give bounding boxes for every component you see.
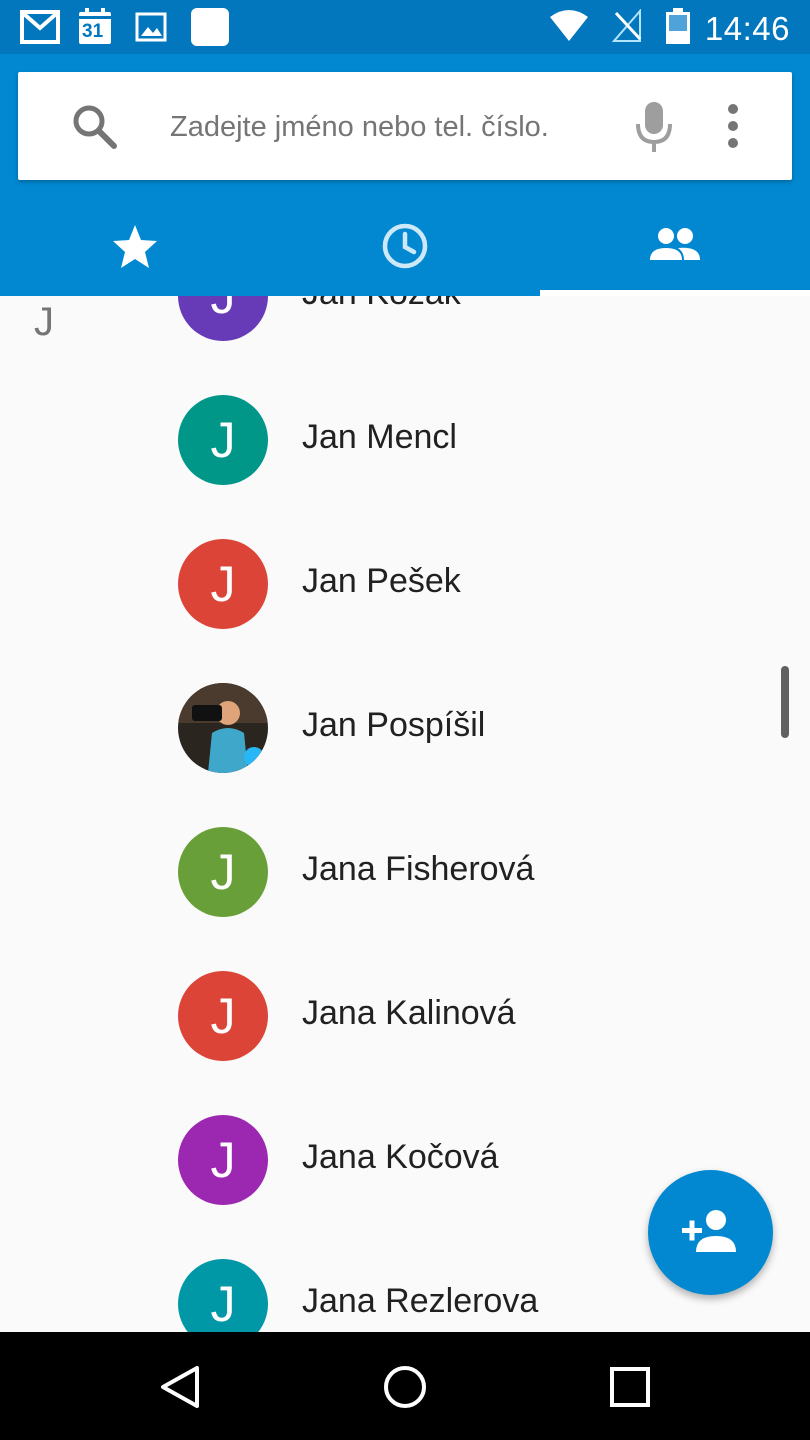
avatar: J <box>178 539 268 629</box>
tab-contacts[interactable] <box>540 200 810 296</box>
contact-name: Jana Kalinová <box>302 994 516 1032</box>
microphone-icon[interactable] <box>630 100 678 154</box>
back-icon[interactable] <box>155 1362 205 1412</box>
navigation-bar <box>0 1332 810 1440</box>
battery-icon <box>666 8 690 44</box>
search-icon[interactable] <box>70 102 118 150</box>
recents-apps-icon[interactable] <box>605 1362 655 1412</box>
avatar: J <box>178 1259 268 1332</box>
status-time: 14:46 <box>704 10 790 47</box>
avatar: J <box>178 827 268 917</box>
contact-name: Jan Pešek <box>302 562 461 600</box>
contact-row[interactable]: J Jan Mencl <box>0 368 770 512</box>
contact-name: Jana Rezlerova <box>302 1282 539 1320</box>
gmail-icon <box>20 8 60 46</box>
tab-bar <box>0 200 810 296</box>
app-bar <box>0 54 810 296</box>
more-options-icon[interactable] <box>718 102 748 150</box>
contact-name: Jan Kozák <box>302 296 461 313</box>
contact-row[interactable]: J Jana Fisherová <box>0 800 770 944</box>
avatar: J <box>178 971 268 1061</box>
search-input[interactable] <box>168 100 612 154</box>
scrollbar-thumb[interactable] <box>781 666 789 738</box>
tab-recents[interactable] <box>270 200 540 296</box>
contact-name: Jan Mencl <box>302 418 457 456</box>
avatar: J <box>178 1115 268 1205</box>
avatar: J <box>178 395 268 485</box>
wifi-icon <box>550 10 588 41</box>
avatar: J <box>178 296 268 341</box>
people-icon <box>650 228 700 260</box>
calendar-icon: 31 <box>77 8 117 46</box>
contact-photo <box>178 683 268 773</box>
gallery-icon <box>134 8 174 46</box>
no-signal-icon <box>612 9 642 42</box>
contact-row[interactable]: J Jana Kalinová <box>0 944 770 1088</box>
contact-row[interactable]: Jan Pospíšil <box>0 656 770 800</box>
tab-favorites[interactable] <box>0 200 270 296</box>
contact-name: Jana Fisherová <box>302 850 535 888</box>
contact-row[interactable]: J Jan Pešek <box>0 512 770 656</box>
add-person-icon <box>682 1210 736 1252</box>
contact-name: Jan Pospíšil <box>302 706 486 744</box>
clock-icon <box>382 223 428 269</box>
contact-row[interactable]: J Jan Kozák <box>0 296 770 368</box>
home-icon[interactable] <box>380 1362 430 1412</box>
search-box[interactable] <box>18 72 792 180</box>
contact-name: Jana Kočová <box>302 1138 499 1176</box>
status-bar: 31 14:46 <box>0 0 810 54</box>
star-icon <box>113 225 157 268</box>
calendar-day: 31 <box>82 21 104 42</box>
add-contact-button[interactable] <box>648 1170 773 1295</box>
blank-app-icon <box>191 8 231 46</box>
